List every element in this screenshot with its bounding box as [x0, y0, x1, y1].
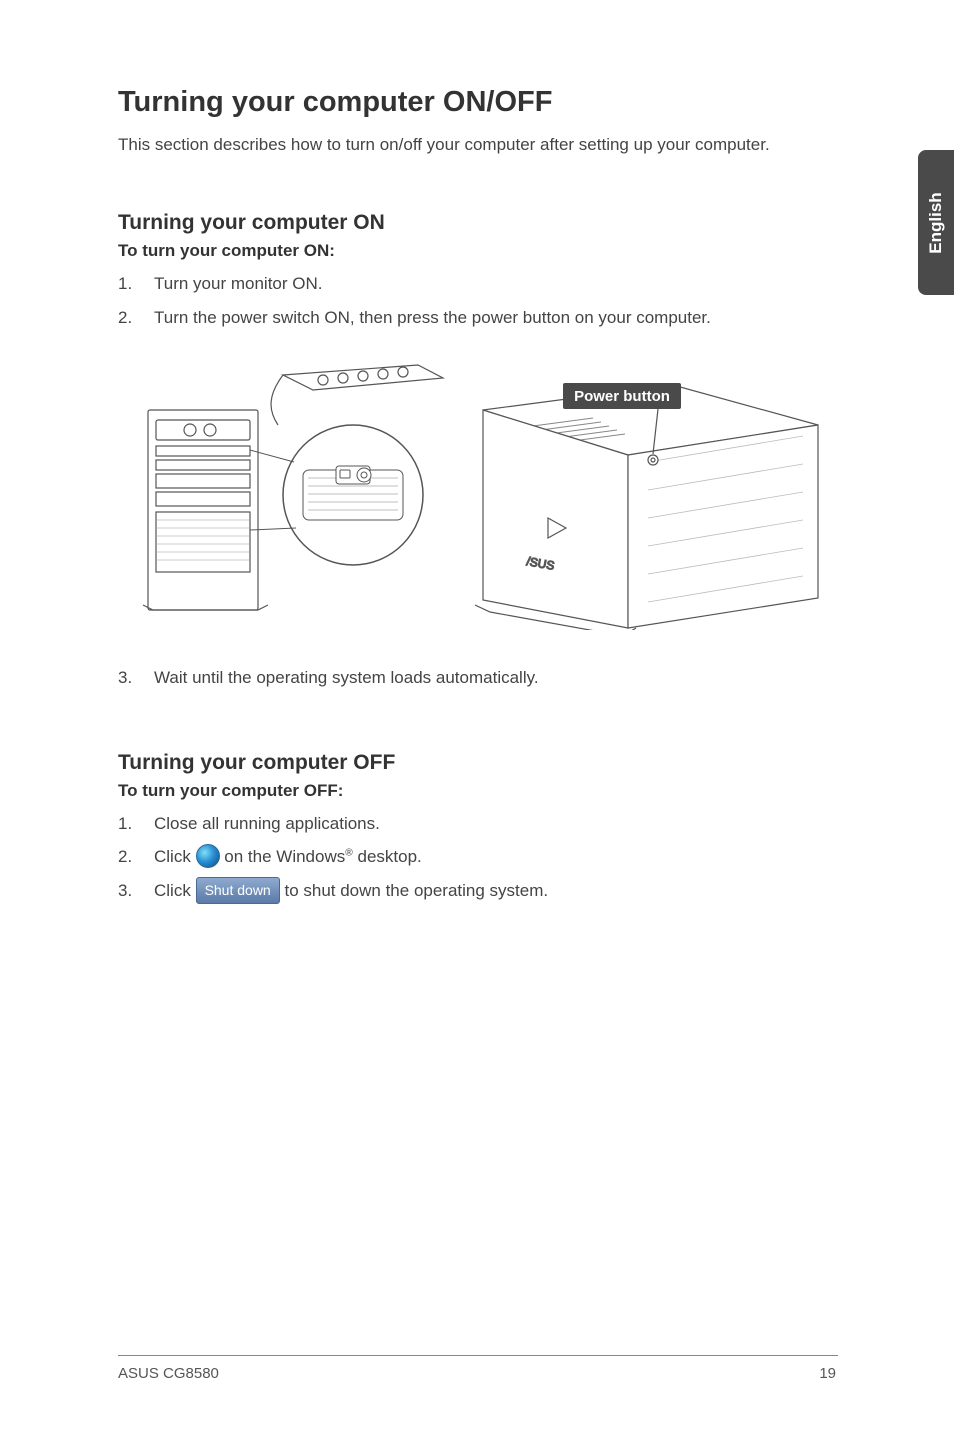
off-step-2: 2. Click on the Windows® desktop. [118, 844, 838, 870]
on-step-3-text: Wait until the operating system loads au… [154, 665, 838, 691]
diagram-container: /SUS Power button [118, 350, 838, 635]
windows-start-icon [196, 844, 220, 868]
on-step-2-num: 2. [118, 305, 154, 331]
shut-down-button: Shut down [196, 877, 280, 904]
off-step-2-num: 2. [118, 844, 154, 870]
off-step-3: 3. Click Shut down to shut down the oper… [118, 878, 838, 905]
on-step-1: 1. Turn your monitor ON. [118, 271, 838, 297]
footer-model: ASUS CG8580 [118, 1365, 219, 1382]
on-step-2: 2. Turn the power switch ON, then press … [118, 305, 838, 331]
off-step-3-num: 3. [118, 878, 154, 905]
off-step-1: 1. Close all running applications. [118, 811, 838, 837]
off-step-1-num: 1. [118, 811, 154, 837]
on-step-3: 3. Wait until the operating system loads… [118, 665, 838, 691]
off-step-2-prefix: Click [154, 847, 196, 866]
section-off-subhead: To turn your computer OFF: [118, 781, 838, 801]
on-step-3-num: 3. [118, 665, 154, 691]
off-step-3-prefix: Click [154, 881, 196, 900]
registered-mark: ® [345, 847, 353, 858]
section-off-heading: Turning your computer OFF [118, 751, 838, 775]
main-content: Turning your computer ON/OFF This sectio… [118, 86, 838, 913]
off-step-2-suffix: desktop. [358, 847, 422, 866]
footer-page-number: 19 [819, 1365, 836, 1382]
on-step-1-num: 1. [118, 271, 154, 297]
off-step-1-text: Close all running applications. [154, 811, 838, 837]
section-on-subhead: To turn your computer ON: [118, 241, 838, 261]
intro-text: This section describes how to turn on/of… [118, 135, 838, 155]
page-title: Turning your computer ON/OFF [118, 86, 838, 119]
off-step-2-mid: on the Windows [224, 847, 345, 866]
side-language-tab: English [918, 150, 954, 295]
section-on-heading: Turning your computer ON [118, 211, 838, 235]
side-language-label: English [926, 192, 946, 253]
on-step-1-text: Turn your monitor ON. [154, 271, 838, 297]
off-step-3-suffix: to shut down the operating system. [284, 881, 548, 900]
power-button-label: Power button [574, 388, 670, 405]
footer-rule [118, 1355, 838, 1356]
on-step-2-text: Turn the power switch ON, then press the… [154, 305, 838, 331]
power-button-diagram: /SUS Power button [118, 350, 838, 630]
